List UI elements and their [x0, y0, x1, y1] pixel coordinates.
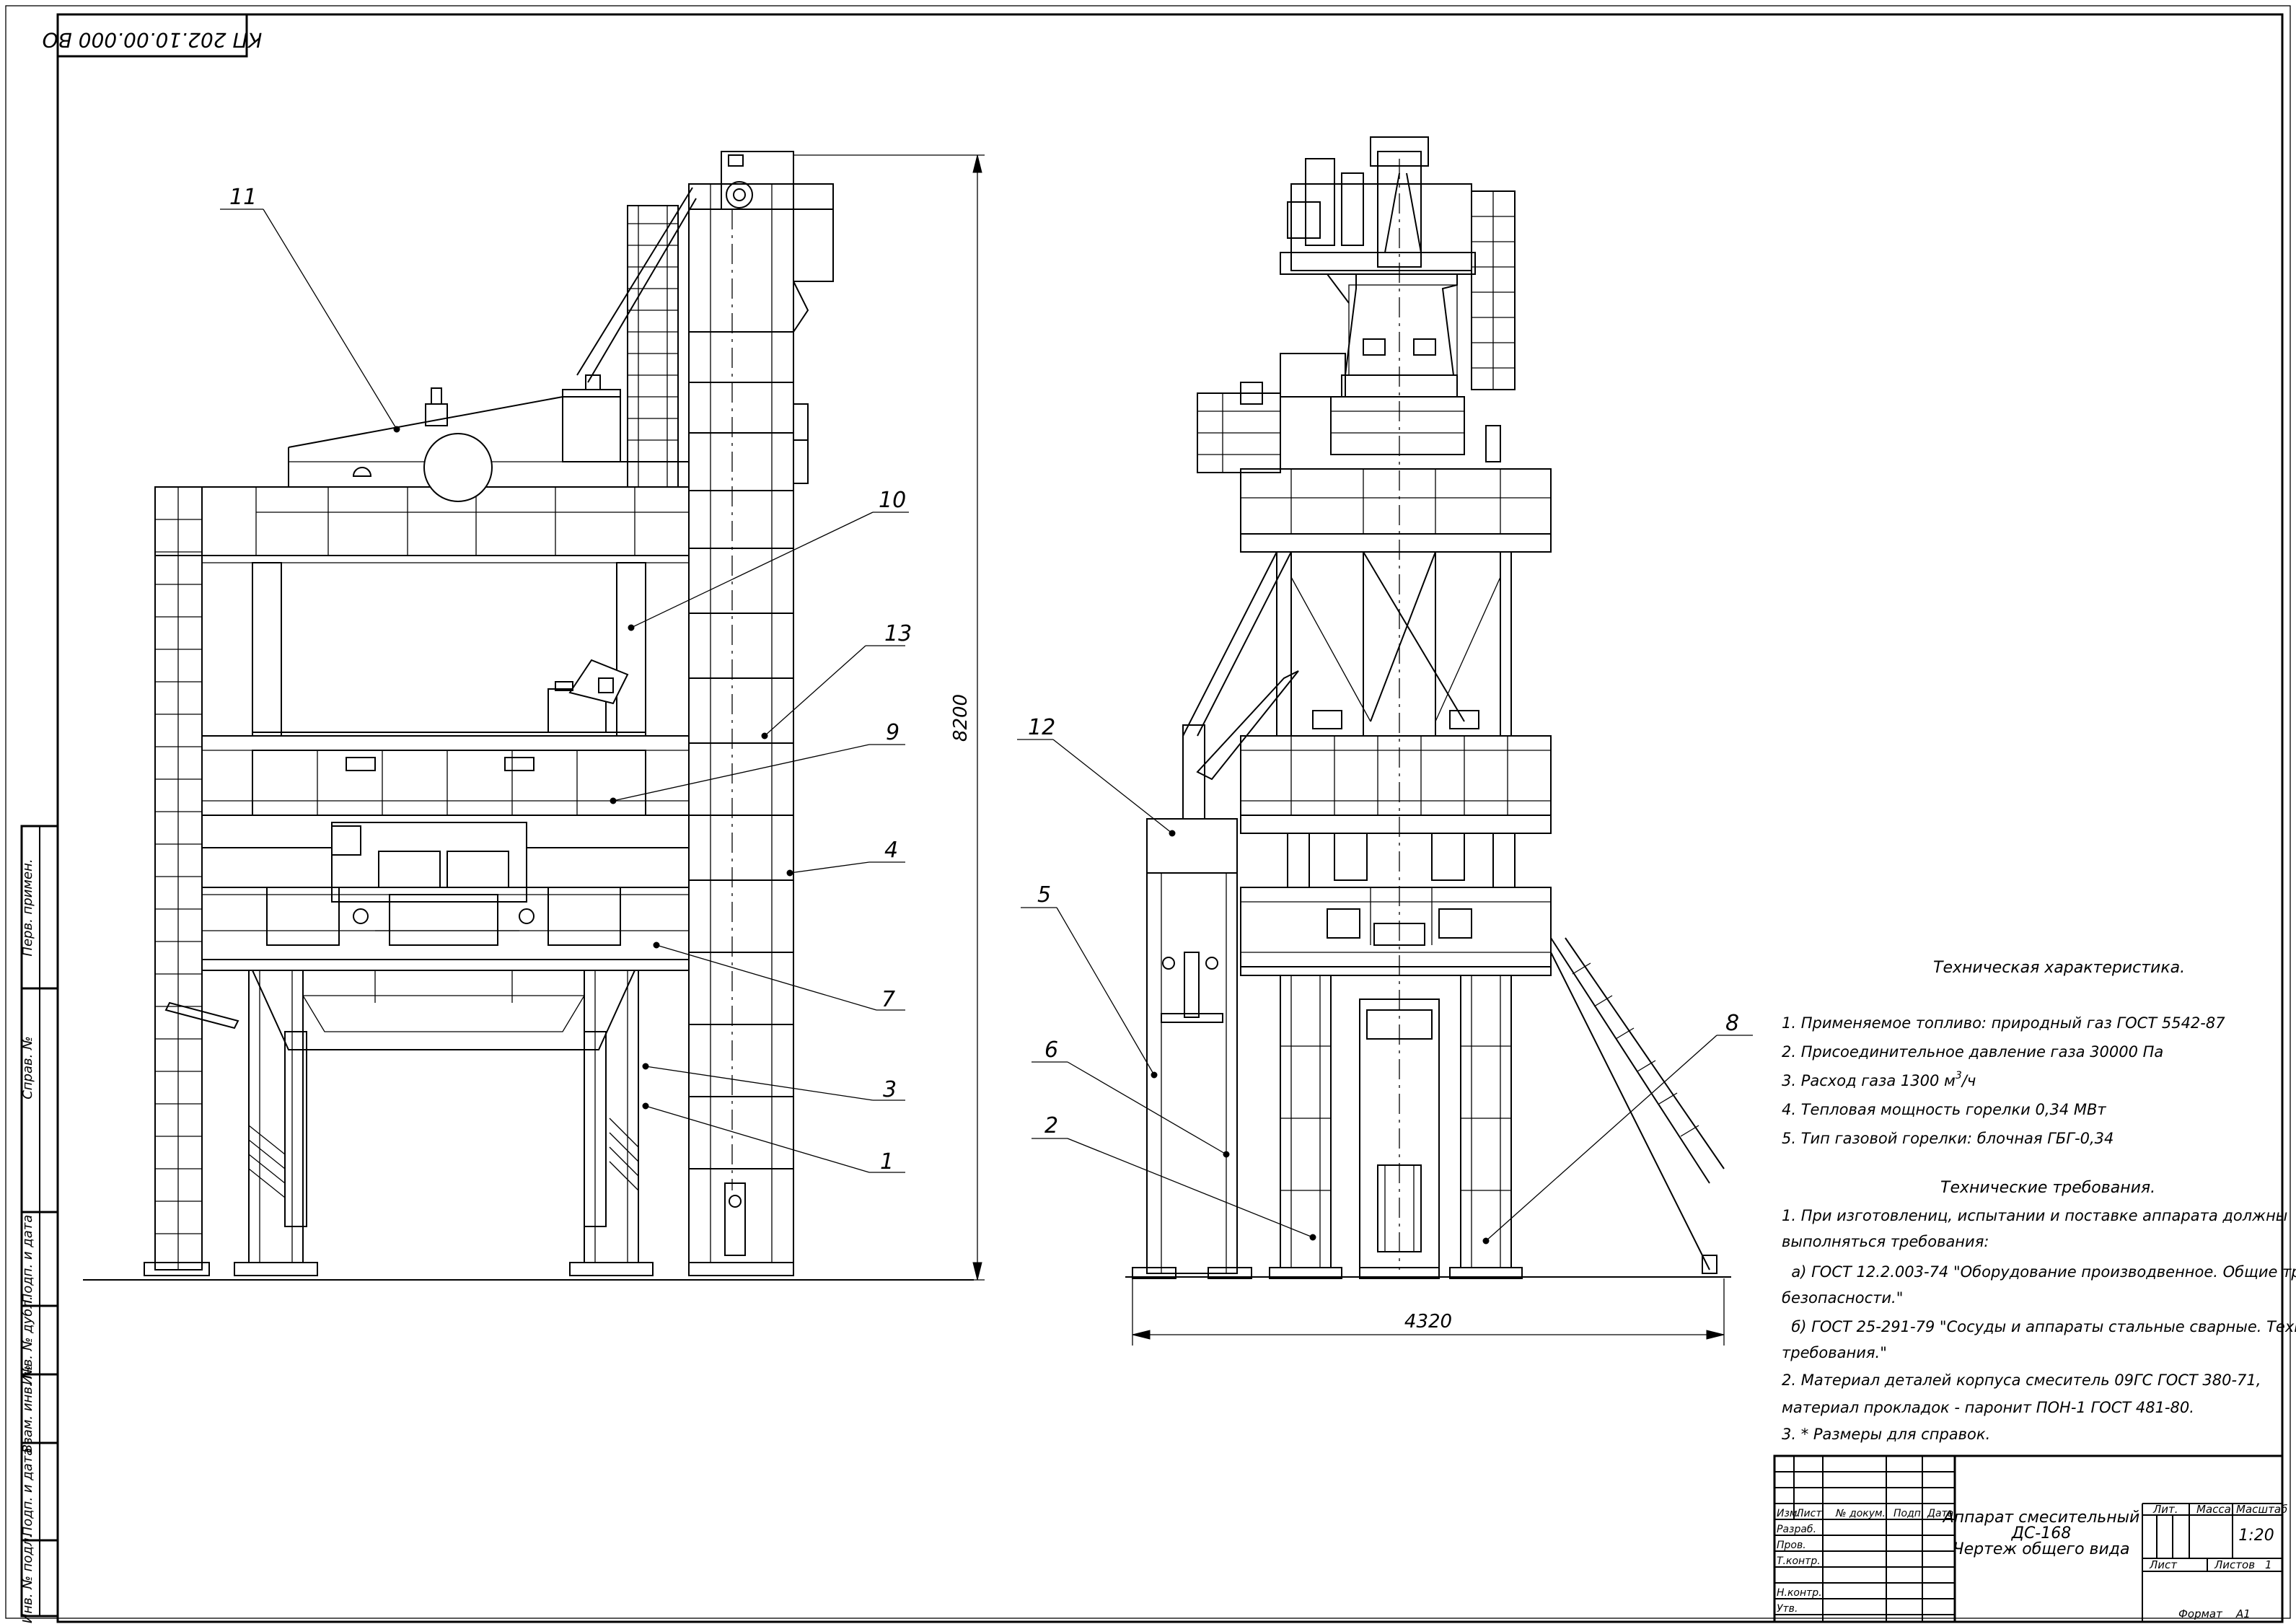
assembly-drawing-sheet: КП 202.10.00.000 ВО Перв. примен. Справ.… [5, 5, 2296, 1623]
callout-2: 2 [1044, 1113, 1058, 1138]
dimension-height: 8200 [793, 154, 985, 1281]
tb-row-utv: Утв. [1777, 1603, 1798, 1615]
dimension-width: 4320 [1132, 1278, 1725, 1346]
tech-req-line-5: б) ГОСТ 25-291-79 "Сосуды и аппараты ста… [1782, 1318, 2296, 1335]
tb-scale-label: Масштаб [2236, 1503, 2287, 1516]
format-value: А1 [2235, 1607, 2251, 1620]
tb-sheets-label: Листов [2214, 1558, 2255, 1571]
callout-1: 1 [880, 1149, 894, 1175]
tech-char-item-4: 4. Тепловая мощность горелки 0,34 МВт [1782, 1101, 2106, 1118]
stamp-podp-data-2: Подп. и дата [20, 1448, 35, 1537]
tech-char-item-1: 1. Применяемое топливо: природный газ ГО… [1782, 1014, 2225, 1032]
side-view: 4320 [1125, 136, 1731, 1346]
tb-sheets-value: 1 [2265, 1558, 2272, 1571]
tech-char-item-3-main: 3. Расход газа 1300 м [1782, 1072, 1956, 1089]
tech-char-item-2: 2. Присоединительное давление газа 30000… [1782, 1043, 2163, 1061]
dimension-width-value: 4320 [1404, 1311, 1452, 1333]
tb-title-line-3: Чертеж общего вида [1953, 1540, 2130, 1558]
tb-row-nkontr: Н.контр. [1777, 1587, 1822, 1599]
callout-10: 10 [879, 488, 906, 513]
tb-col-list: Лист [1795, 1508, 1822, 1519]
motor [547, 659, 629, 733]
callout-numbers: 11 10 13 9 4 7 3 1 12 5 6 2 8 [229, 185, 1739, 1175]
tech-req-line-9: 3. * Размеры для справок. [1782, 1426, 1990, 1443]
front-view: 8200 [83, 151, 985, 1281]
technical-requirements: Технические требования. 1. При изготовле… [1782, 1179, 2296, 1443]
callout-leaders [220, 209, 1753, 1242]
tech-req-line-4: безопасности." [1782, 1289, 1903, 1307]
callout-5: 5 [1037, 882, 1051, 908]
tb-col-podp: Подп. [1893, 1508, 1924, 1519]
stamp-perv-primen: Перв. примен. [20, 859, 35, 956]
stamp-inv-podl: Инв. № подл. [20, 1534, 35, 1623]
tech-req-line-8: материал прокладок - паронит ПОН-1 ГОСТ … [1782, 1399, 2194, 1416]
tech-char-item-5: 5. Тип газовой горелки: блочная ГБГ-0,34 [1782, 1130, 2114, 1147]
stamp-vzam-inv: Взам. инв. № [20, 1365, 35, 1453]
tech-char-item-3-tail: /ч [1961, 1072, 1976, 1089]
callout-3: 3 [883, 1077, 897, 1102]
tb-row-tkontr: Т.контр. [1777, 1555, 1821, 1567]
tb-row-razrab: Разраб. [1777, 1524, 1816, 1535]
callout-12: 12 [1028, 715, 1055, 740]
stamp-podp-data-1: Подп. и дата [20, 1215, 35, 1304]
inclined-ladder [576, 187, 697, 488]
tech-req-line-6: требования." [1782, 1344, 1887, 1361]
title-block: Изм. Лист № докум. Подп. Дата Разраб. Пр… [1773, 1454, 2287, 1623]
tb-row-prov: Пров. [1777, 1540, 1806, 1551]
tech-req-line-3: а) ГОСТ 12.2.003-74 "Оборудование произв… [1782, 1263, 2296, 1281]
dimension-height-value: 8200 [950, 694, 972, 742]
tb-col-doc: № докум. [1835, 1508, 1886, 1519]
document-code-text: КП 202.10.00.000 ВО [43, 28, 263, 52]
tech-char-item-3-sup: 3 [1956, 1070, 1962, 1081]
tech-char-item-3: 3. Расход газа 1300 м3/ч [1782, 1070, 1976, 1089]
tech-req-title: Технические требования. [1940, 1179, 2155, 1197]
tb-sheet-label: Лист [2149, 1558, 2178, 1571]
technical-characteristics: Техническая характеристика. 1. Применяем… [1782, 959, 2225, 1147]
tb-massa-label: Масса [2196, 1503, 2231, 1516]
tech-req-line-1: 1. При изготовлениц, испытании и поставк… [1782, 1207, 2287, 1224]
bucket-elevator [688, 151, 834, 1276]
document-code-stamp: КП 202.10.00.000 ВО [43, 13, 263, 58]
callout-6: 6 [1044, 1037, 1058, 1063]
tb-scale-value: 1:20 [2238, 1527, 2274, 1545]
callout-8: 8 [1725, 1011, 1739, 1036]
tech-req-line-2: выполняться требования: [1782, 1233, 1989, 1250]
format-label: Формат [2178, 1607, 2223, 1620]
stamp-sprav: Справ. № [20, 1036, 35, 1100]
tech-req-line-7: 2. Материал деталей корпуса смеситель 09… [1782, 1371, 2261, 1389]
callout-dots [393, 426, 1490, 1245]
callout-7: 7 [881, 987, 895, 1012]
callout-4: 4 [884, 838, 898, 863]
callout-13: 13 [884, 621, 912, 646]
tb-lit-label: Лит. [2152, 1503, 2178, 1516]
callout-9: 9 [886, 720, 900, 745]
callout-11: 11 [229, 185, 257, 210]
side-stamp-column: Перв. примен. Справ. № Подп. и дата Инв.… [20, 825, 59, 1623]
tech-char-title: Техническая характеристика. [1933, 959, 2185, 977]
